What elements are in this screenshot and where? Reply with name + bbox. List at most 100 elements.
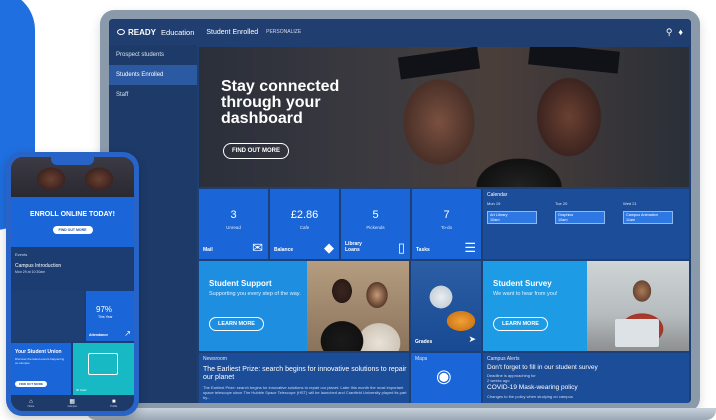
top-bar: READY Education Student Enrolled PERSONA… [109,19,691,45]
tab-label: Profile [110,404,118,408]
balance-value: £2.86 [290,209,319,221]
hero-find-out-more-button[interactable]: FIND OUT MORE [223,143,289,159]
tab-home[interactable]: ⌂ Home [28,399,35,408]
calendar-event[interactable]: Graphics 10am [555,211,605,224]
balance-label: Balance [274,247,294,253]
hero-title: Stay connected through your dashboard [221,78,340,127]
event-time: 10am [490,218,500,222]
enroll-find-out-more-button[interactable]: FIND OUT MORE [52,226,93,234]
phone-placeholder-tile [11,291,84,341]
sidebar-item-enrolled[interactable]: Students Enrolled [109,65,197,85]
support-description: Supporting you every step of the way. [209,291,301,297]
support-learn-more-button[interactable]: LEARN MORE [209,317,264,331]
brand-logo[interactable]: READY Education [117,28,194,37]
survey-photo [587,261,689,351]
tasks-sub: To-do [440,225,453,230]
alert-headline[interactable]: Don't forget to fill in our student surv… [487,364,598,371]
news-headline[interactable]: The Earliest Prize: search begins for in… [203,366,408,382]
event-date: Mon 29 at 10:30am [15,270,46,274]
newsroom-panel[interactable]: Newsroom The Earliest Prize: search begi… [199,353,409,403]
news-excerpt: The Earliest Prize: search begins for in… [203,385,407,400]
device-icon: ▯ [397,240,405,255]
calendar-day: Tue 20 [555,201,568,206]
library-count: 5 [372,209,379,221]
calendar-event[interactable]: Art Library 10am [487,211,537,224]
phone-events-card[interactable]: Events Campus Introduction Mon 29 at 10:… [11,249,134,289]
bell-icon[interactable]: ♦ [678,27,683,38]
grades-label: Grades [415,339,433,345]
event-name: Campus Introduction [15,263,62,269]
sidebar-item-prospect[interactable]: Prospect students [109,45,197,65]
tab-profile[interactable]: ■ Profile [110,399,117,408]
phone-union-card[interactable]: Your Student Union Discover the latest e… [11,343,71,395]
survey-text: Student Survey We want to hear from you! [493,279,583,298]
nav-section[interactable]: Student Enrolled [206,29,258,36]
support-text: Student Support Supporting you every ste… [209,279,309,298]
phone-notch [51,157,94,165]
survey-title: Student Survey [493,279,552,288]
student-support-card[interactable]: Student Support Supporting you every ste… [199,261,409,351]
hero-banner: Stay connected through your dashboard FI… [199,47,689,187]
alert-time: 2 weeks ago [487,378,510,383]
attendance-sub: This Year [98,315,113,319]
events-title: Events [15,252,28,257]
mail-tile[interactable]: 3 Unread Mail ✉ [199,189,268,259]
graduation-cap-shape [397,47,481,80]
support-title: Student Support [209,279,272,288]
dashboard-screen: READY Education Student Enrolled PERSONA… [109,19,691,403]
library-sub: Pickends [366,225,385,230]
id-card-icon [88,353,118,375]
brand-suffix: Education [161,27,195,37]
tasks-count: 7 [443,209,450,221]
phone-tab-bar: ⌂ Home ▦ Campus ■ Profile [11,395,134,411]
phone-screen: ENROLL ONLINE TODAY! FIND OUT MORE Event… [11,157,134,411]
survey-learn-more-button[interactable]: LEARN MORE [493,317,548,331]
top-icons: ⚲ ♦ [666,27,683,38]
union-text: Discover the latest events happening on … [15,357,65,365]
tab-label: Campus [67,404,77,408]
calendar-day: Wed 21 [623,201,637,206]
laptop-base [86,408,716,420]
enroll-title: ENROLL ONLINE TODAY! [29,211,116,218]
student-survey-card[interactable]: Student Survey We want to hear from you!… [483,261,689,351]
phone-attendance-tile[interactable]: 97% This Year Attendance ↗ [86,291,134,341]
event-time: 10am [558,218,568,222]
calendar-event[interactable]: Campus Animation 11am [623,211,673,224]
union-title: Your Student Union [15,349,62,355]
attendance-value: 97% [96,305,113,314]
search-icon[interactable]: ⚲ [666,27,673,38]
survey-description: We want to hear from you! [493,291,558,297]
phone-id-card-tile[interactable]: ID Card [73,343,134,395]
sidebar-item-staff[interactable]: Staff [109,85,197,105]
calendar-panel[interactable]: Calendar Mon 19 Tue 20 Wed 21 Art Librar… [483,189,689,259]
arrow-right-icon: ➤ [468,334,476,344]
attendance-label: Attendance [89,333,109,337]
alert-headline[interactable]: COVID-19 Mask-wearing policy [487,384,578,391]
laptop-frame: READY Education Student Enrolled PERSONA… [100,10,700,412]
balance-sub: Cafe [299,225,310,230]
map-pin-icon: ◉ [436,366,452,386]
calendar-title: Calendar [487,192,508,198]
mail-sub: Unread [226,225,241,230]
nav-personalize[interactable]: PERSONALIZE [266,29,301,35]
tab-campus[interactable]: ▦ Campus [68,399,77,408]
mail-label: Mail [203,247,213,253]
library-tile[interactable]: 5 Pickends Library Loans ▯ [341,189,410,259]
union-find-out-more-button[interactable]: FIND OUT MORE [15,381,47,387]
mail-count: 3 [230,209,237,221]
marketing-stage: READY Education Student Enrolled PERSONA… [0,0,716,420]
phone-enroll-banner[interactable]: ENROLL ONLINE TODAY! FIND OUT MORE [11,197,134,247]
tasks-tile[interactable]: 7 To-do Tasks ☰ [412,189,481,259]
campus-alerts-panel[interactable]: Campus Alerts Don't forget to fill in ou… [483,353,689,403]
balance-tile[interactable]: £2.86 Cafe Balance ◆ [270,189,339,259]
maps-tile[interactable]: Maps ◉ [411,353,481,403]
grades-tile[interactable]: Grades ➤ [411,261,481,351]
laptop-shape [615,319,659,347]
calendar-day: Mon 19 [487,201,501,206]
alert-sub: Changes to the policy when studying on c… [487,394,573,399]
brand-name: READY [128,27,157,37]
tab-label: Home [27,404,35,408]
id-card-label: ID Card [76,388,87,392]
support-photo [307,261,409,351]
phone-frame: ENROLL ONLINE TODAY! FIND OUT MORE Event… [6,152,139,416]
